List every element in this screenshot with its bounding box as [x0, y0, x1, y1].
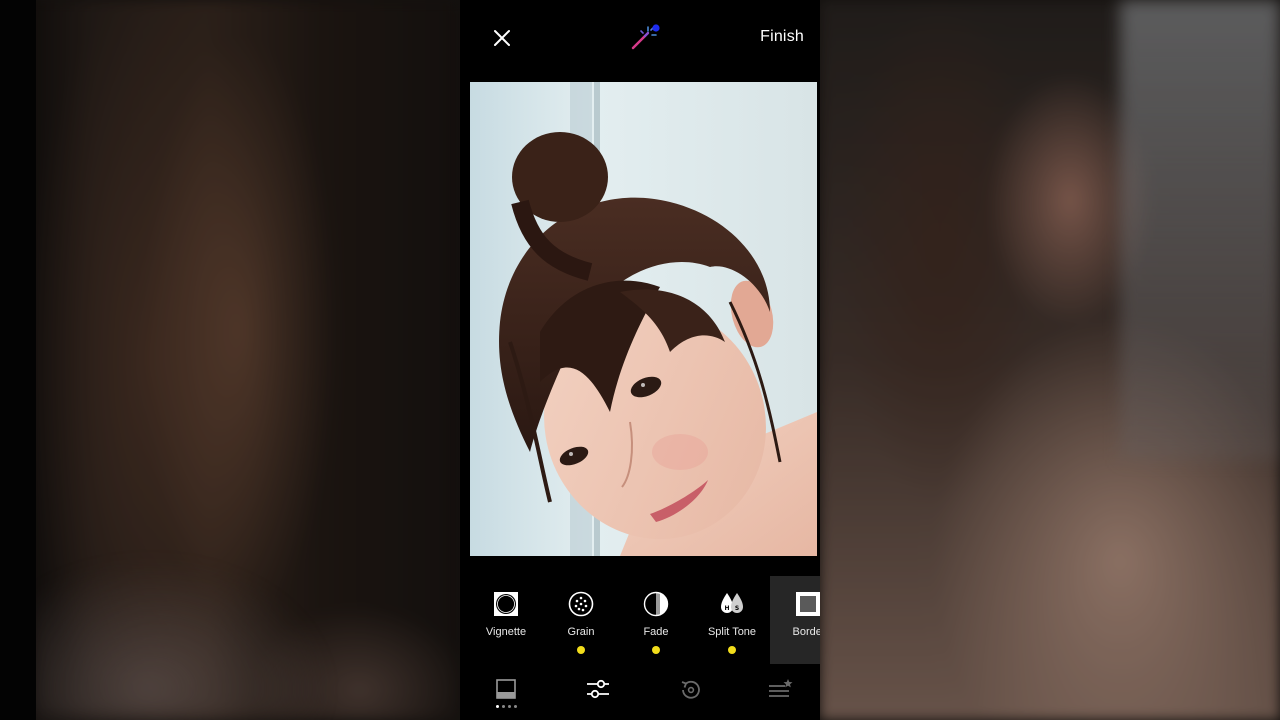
top-bar: Finish	[460, 0, 820, 76]
close-button[interactable]	[488, 24, 516, 52]
nav-recipes[interactable]	[760, 678, 800, 714]
magic-wand-button[interactable]	[628, 22, 664, 54]
blurred-background-right	[820, 0, 1280, 720]
presets-icon	[496, 679, 516, 699]
recipes-icon	[769, 679, 793, 697]
bottom-nav	[460, 670, 820, 720]
grain-icon	[568, 591, 594, 617]
blurred-background-left	[0, 0, 460, 720]
editor-screen: Finish Vignette Grain Fade H S Split Ton…	[460, 0, 820, 720]
tool-split-tone[interactable]: H S Split Tone	[694, 576, 770, 664]
tool-label: Fade	[643, 626, 669, 638]
portrait-photo	[470, 82, 817, 556]
vignette-icon	[494, 592, 518, 616]
split-tone-icon: H S	[721, 593, 743, 613]
adjust-sliders-icon	[587, 679, 609, 699]
applied-indicator	[728, 646, 736, 654]
tool-border[interactable]: Border	[770, 576, 820, 664]
tool-label: Vignette	[485, 626, 527, 638]
tool-grain[interactable]: Grain	[543, 576, 619, 664]
svg-text:H: H	[724, 605, 729, 612]
page-dots	[495, 705, 517, 708]
fade-icon	[643, 591, 669, 617]
tool-fade[interactable]: Fade	[618, 576, 694, 664]
nav-history[interactable]	[670, 678, 710, 714]
tool-label: Split Tone	[707, 626, 757, 638]
magic-wand-icon	[631, 24, 660, 50]
tool-strip[interactable]: Vignette Grain Fade H S Split Tone Borde	[460, 576, 820, 664]
tool-vignette[interactable]: Vignette	[468, 576, 544, 664]
photo-preview[interactable]	[470, 82, 817, 556]
border-icon	[796, 592, 820, 616]
tool-label: Border	[792, 626, 820, 638]
history-icon	[681, 680, 700, 699]
close-icon	[494, 30, 510, 46]
nav-presets[interactable]	[486, 678, 526, 714]
nav-adjust[interactable]	[578, 678, 618, 714]
applied-indicator	[577, 646, 585, 654]
tool-label: Grain	[567, 626, 595, 638]
applied-indicator	[652, 646, 660, 654]
svg-text:S: S	[735, 605, 739, 612]
finish-button[interactable]: Finish	[760, 28, 804, 46]
